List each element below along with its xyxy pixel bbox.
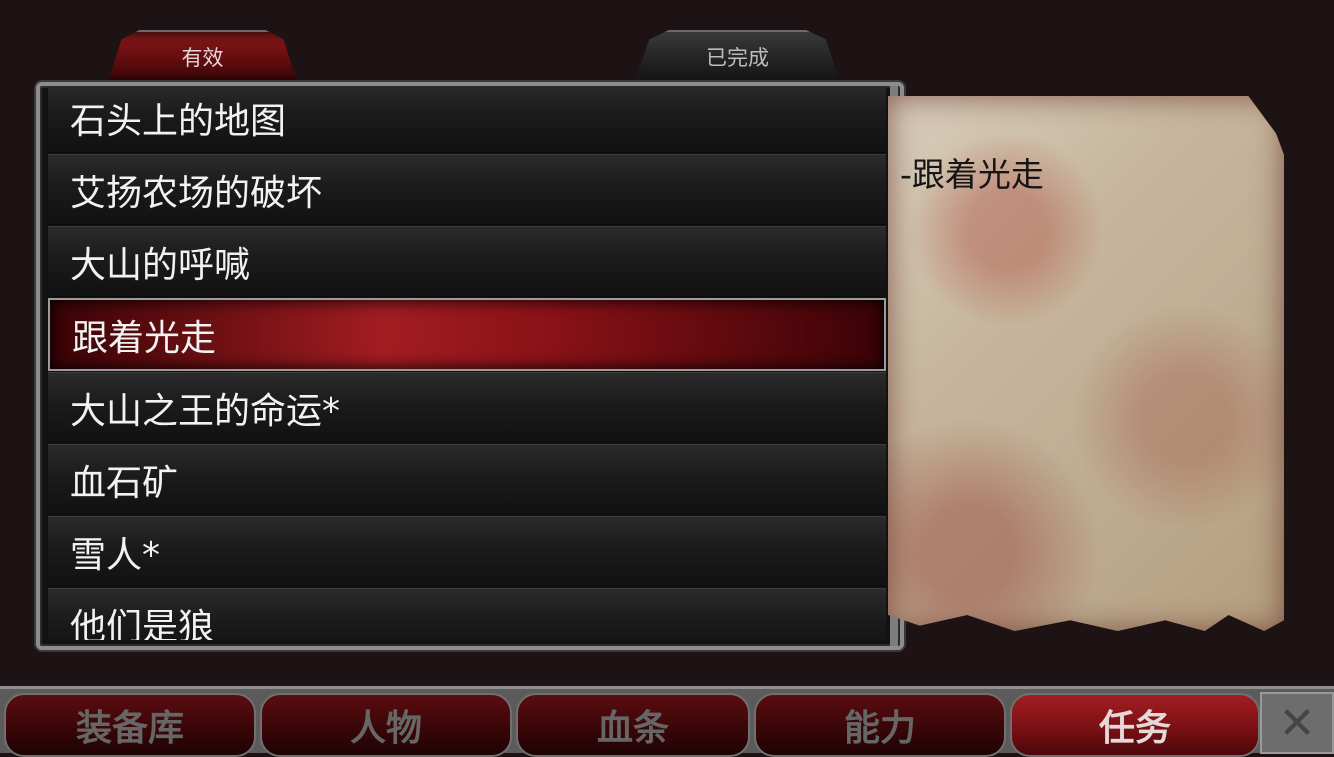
quest-label: 他们是狼 [70, 606, 215, 641]
quest-row[interactable]: 血石矿 [48, 444, 886, 515]
close-button[interactable]: ✕ [1260, 692, 1334, 754]
quest-row[interactable]: 石头上的地图 [48, 86, 886, 153]
quest-row[interactable]: 他们是狼 [48, 588, 886, 640]
nav-label: 能力 [843, 708, 916, 749]
quest-row[interactable]: 艾扬农场的破坏 [48, 154, 886, 225]
quest-row-selected[interactable]: 跟着光走 [48, 298, 886, 371]
nav-inventory-button[interactable]: 装备库 [4, 693, 256, 757]
nav-abilities-button[interactable]: 能力 [754, 693, 1006, 757]
tab-completed[interactable]: 已完成 [634, 30, 841, 82]
quest-list: 石头上的地图 艾扬农场的破坏 大山的呼喊 跟着光走 大山之王的命运* 血石矿 雪… [48, 86, 886, 640]
nav-health-button[interactable]: 血条 [516, 693, 750, 757]
tab-active[interactable]: 有效 [108, 30, 297, 82]
quest-label: 石头上的地图 [70, 100, 287, 142]
quest-row[interactable]: 雪人* [48, 516, 886, 587]
tab-completed-label: 已完成 [706, 46, 769, 70]
nav-quests-button[interactable]: 任务 [1010, 693, 1260, 757]
quest-row[interactable]: 大山的呼喊 [48, 226, 886, 297]
quest-detail-parchment: -跟着光走 [888, 96, 1284, 631]
nav-label: 装备库 [75, 708, 184, 749]
nav-label: 人物 [349, 708, 422, 749]
quest-label: 艾扬农场的破坏 [70, 172, 323, 214]
quest-label: 雪人* [70, 534, 161, 576]
tab-active-label: 有效 [181, 46, 224, 70]
nav-label: 血条 [596, 708, 669, 749]
quest-detail-text: -跟着光走 [900, 155, 1044, 194]
nav-label: 任务 [1098, 708, 1171, 749]
nav-character-button[interactable]: 人物 [260, 693, 512, 757]
quest-label: 大山的呼喊 [70, 244, 251, 286]
bottom-nav: 装备库 人物 血条 能力 任务 ✕ [0, 686, 1334, 757]
close-icon: ✕ [1278, 697, 1316, 749]
quest-row[interactable]: 大山之王的命运* [48, 372, 886, 443]
quest-label: 跟着光走 [72, 317, 217, 359]
quest-label: 大山之王的命运* [70, 390, 341, 432]
quest-label: 血石矿 [70, 462, 179, 504]
quest-list-panel: 石头上的地图 艾扬农场的破坏 大山的呼喊 跟着光走 大山之王的命运* 血石矿 雪… [36, 82, 904, 650]
